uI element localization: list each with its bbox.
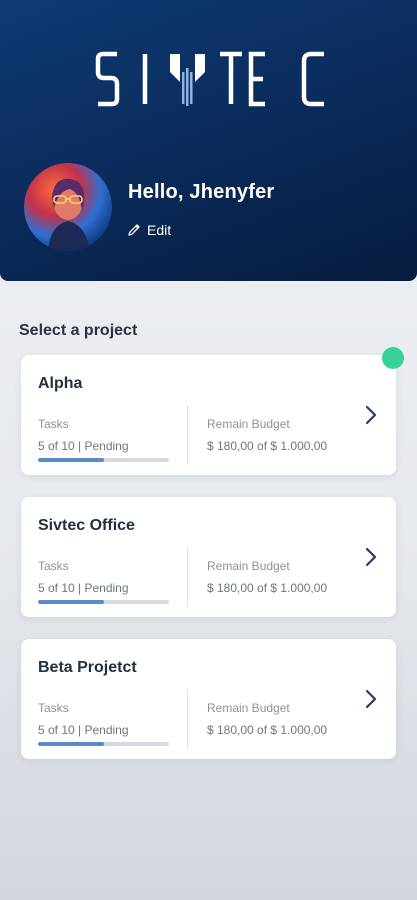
column-divider (187, 689, 188, 749)
tasks-progress-fill (38, 742, 104, 746)
tasks-label: Tasks (38, 701, 69, 715)
project-name: Beta Projetct (38, 659, 137, 676)
column-divider (187, 547, 188, 607)
tasks-value: 5 of 10 | Pending (38, 723, 129, 737)
tasks-progress-bar (38, 742, 169, 746)
sivtec-logo (95, 51, 324, 107)
chevron-right-icon[interactable] (364, 546, 378, 568)
budget-label: Remain Budget (207, 559, 290, 573)
tasks-progress-fill (38, 600, 104, 604)
profile-header: Hello, Jhenyfer Edit (0, 0, 417, 281)
project-card-beta-projetct[interactable]: Beta Projetct Tasks 5 of 10 | Pending Re… (21, 639, 396, 759)
tasks-progress-fill (38, 458, 104, 462)
chevron-right-icon[interactable] (364, 688, 378, 710)
column-divider (187, 405, 188, 465)
tasks-label: Tasks (38, 559, 69, 573)
greeting-text: Hello, Jhenyfer (128, 181, 275, 203)
budget-label: Remain Budget (207, 417, 290, 431)
tasks-value: 5 of 10 | Pending (38, 439, 129, 453)
tasks-label: Tasks (38, 417, 69, 431)
budget-label: Remain Budget (207, 701, 290, 715)
project-card-alpha[interactable]: Alpha Tasks 5 of 10 | Pending Remain Bud… (21, 355, 396, 475)
budget-value: $ 180,00 of $ 1.000,00 (207, 723, 328, 737)
tasks-progress-bar (38, 600, 169, 604)
edit-label: Edit (147, 222, 172, 238)
budget-value: $ 180,00 of $ 1.000,00 (207, 439, 328, 453)
section-title: Select a project (19, 322, 138, 339)
project-card-sivtec-office[interactable]: Sivtec Office Tasks 5 of 10 | Pending Re… (21, 497, 396, 617)
avatar[interactable] (24, 163, 112, 251)
status-indicator-dot (382, 347, 404, 369)
edit-profile-button[interactable]: Edit (126, 220, 171, 240)
pencil-icon (128, 224, 140, 236)
budget-value: $ 180,00 of $ 1.000,00 (207, 581, 328, 595)
avatar-photo (24, 163, 112, 251)
tasks-progress-bar (38, 458, 169, 462)
project-name: Sivtec Office (38, 517, 135, 534)
project-name: Alpha (38, 375, 83, 392)
tasks-value: 5 of 10 | Pending (38, 581, 129, 595)
chevron-right-icon[interactable] (364, 404, 378, 426)
